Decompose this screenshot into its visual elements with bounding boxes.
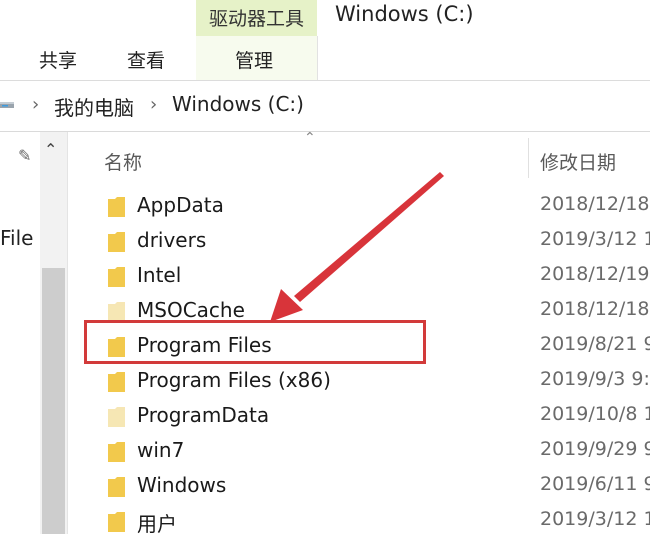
nav-scrollbar-thumb[interactable] [42,268,65,534]
scroll-up-icon[interactable]: ⌃ [44,140,57,159]
file-date: 2019/6/11 9 [540,473,650,495]
file-name: Intel [137,263,182,287]
file-date: 2018/12/18 [540,298,650,320]
nav-item-partial[interactable]: File [0,226,33,250]
file-date: 2019/3/12 1 [540,228,650,250]
file-name: MSOCache [137,298,245,322]
window-title: Windows (C:) [335,2,474,26]
file-date: 2019/8/21 9 [540,333,650,355]
table-row[interactable]: win7 2019/9/29 9 [70,435,650,470]
ribbon [0,0,650,80]
pane-divider [67,132,68,534]
folder-icon [108,197,125,217]
file-date: 2018/12/18 [540,193,650,215]
tab-manage[interactable]: 管理 [235,46,273,73]
drive-tools-context-tab[interactable]: 驱动器工具 [196,0,317,36]
folder-icon [108,407,125,427]
breadcrumb-windows-c[interactable]: Windows (C:) [172,92,304,116]
folder-icon [108,267,125,287]
folder-icon [108,232,125,252]
table-row[interactable]: ProgramData 2019/10/8 1 [70,400,650,435]
breadcrumb-chevron-icon[interactable]: › [32,94,39,115]
file-name: drivers [137,228,207,252]
file-name: 用户 [137,512,177,536]
folder-icon [108,442,125,462]
file-name: AppData [137,193,224,217]
table-row[interactable]: drivers 2019/3/12 1 [70,225,650,260]
column-header-date[interactable]: 修改日期 [540,148,616,175]
folder-icon [108,512,125,532]
file-name: win7 [137,438,185,462]
file-name: Program Files (x86) [137,368,331,392]
folder-icon [108,477,125,497]
context-tab-label: 驱动器工具 [208,8,304,30]
file-name: ProgramData [137,403,270,427]
highlight-box [84,320,426,364]
table-row[interactable]: Windows 2019/6/11 9 [70,470,650,505]
breadcrumb-chevron-icon[interactable]: › [150,94,157,115]
breadcrumb-my-computer[interactable]: 我的电脑 [54,92,134,121]
tab-view[interactable]: 查看 [127,46,165,73]
folder-icon [108,372,125,392]
column-divider[interactable] [528,138,529,178]
file-date: 2019/10/8 1 [540,403,650,425]
tab-share[interactable]: 共享 [39,46,77,73]
table-row[interactable]: Intel 2018/12/19 [70,260,650,295]
table-row[interactable]: AppData 2018/12/18 [70,190,650,225]
pin-icon[interactable]: ✎ [18,146,31,165]
table-row[interactable]: Program Files (x86) 2019/9/3 9: [70,365,650,400]
file-name: Windows [137,473,227,497]
file-date: 2019/9/29 9 [540,438,650,460]
table-row[interactable]: 用户 2019/3/12 1 [70,505,650,540]
file-date: 2019/3/12 1 [540,508,650,530]
address-divider [0,131,650,132]
column-header-name[interactable]: 名称 [104,148,142,175]
file-date: 2018/12/19 [540,263,650,285]
sort-up-icon: ⌃ [304,130,316,146]
drive-icon [0,102,14,108]
file-date: 2019/9/3 9: [540,368,650,390]
folder-icon [108,302,125,322]
